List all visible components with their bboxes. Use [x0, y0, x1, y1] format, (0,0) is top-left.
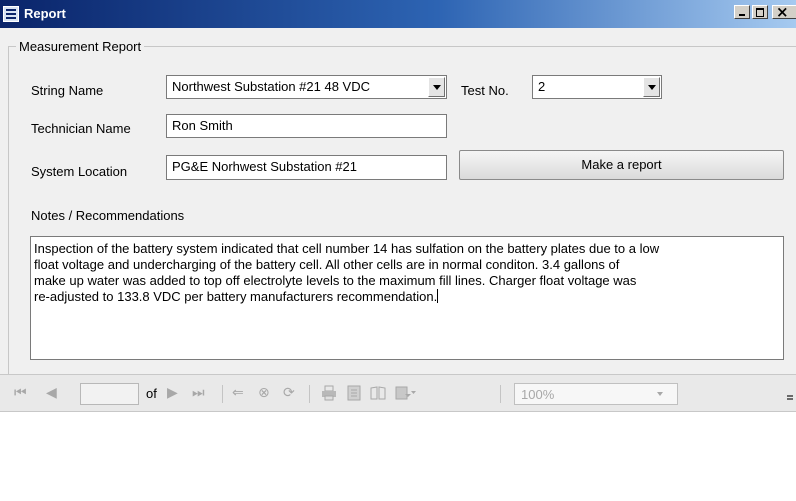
text-caret [437, 289, 439, 303]
chevron-down-icon [657, 392, 663, 396]
make-report-button[interactable]: Make a report [459, 150, 784, 180]
group-title: Measurement Report [16, 39, 145, 54]
next-page-icon[interactable]: ▶ [167, 385, 178, 401]
chevron-down-icon[interactable] [643, 77, 660, 97]
window-title: Report [24, 6, 66, 21]
export-icon[interactable] [395, 385, 416, 401]
last-page-icon[interactable]: ⏭ [192, 385, 205, 401]
close-button[interactable] [772, 3, 796, 21]
form-panel: Measurement Report String Name Northwest… [0, 28, 796, 376]
minimize-button[interactable] [734, 5, 750, 19]
report-icon [3, 6, 19, 22]
notes-line: float voltage and undercharging of the b… [34, 257, 620, 272]
toolbar-separator [222, 385, 223, 403]
test-no-combobox[interactable]: 2 [532, 75, 662, 99]
report-viewer-toolbar: ⏮ ◀ of ▶ ⏭ ⇐ ⊗ ⟳ 100% [0, 374, 796, 412]
title-bar[interactable]: Report [0, 0, 796, 28]
stop-icon[interactable]: ⊗ [258, 385, 270, 401]
maximize-button[interactable] [752, 5, 768, 19]
system-location-field[interactable]: PG&E Norhwest Substation #21 [166, 155, 447, 180]
chevron-down-icon[interactable] [428, 77, 445, 97]
zoom-value: 100% [521, 387, 555, 402]
technician-name-field[interactable]: Ron Smith [166, 114, 447, 138]
notes-line: make up water was added to top off elect… [34, 273, 637, 288]
toolbar-separator [309, 385, 310, 403]
page-number-input[interactable] [80, 383, 139, 405]
toolbar-separator [500, 385, 501, 403]
notes-label: Notes / Recommendations [31, 208, 185, 223]
print-layout-icon[interactable] [346, 385, 362, 401]
refresh-icon[interactable]: ⟳ [283, 385, 295, 401]
technician-name-label: Technician Name [31, 121, 131, 136]
notes-line: re-adjusted to 133.8 VDC per battery man… [34, 289, 438, 304]
zoom-select[interactable]: 100% [514, 383, 678, 405]
back-icon[interactable]: ⇐ [232, 385, 244, 401]
test-no-value: 2 [538, 79, 546, 94]
page-of-label: of [146, 386, 157, 401]
report-viewer-area[interactable] [0, 412, 796, 501]
test-no-label: Test No. [461, 83, 509, 98]
technician-name-value: Ron Smith [172, 118, 233, 133]
notes-textarea[interactable]: Inspection of the battery system indicat… [30, 236, 784, 360]
string-name-combobox[interactable]: Northwest Substation #21 48 VDC [166, 75, 447, 99]
print-icon[interactable] [321, 385, 337, 401]
page-setup-icon[interactable] [370, 385, 386, 401]
system-location-value: PG&E Norhwest Substation #21 [172, 159, 357, 174]
string-name-label: String Name [31, 83, 104, 98]
first-page-icon[interactable]: ⏮ [14, 385, 27, 401]
system-location-label: System Location [31, 164, 128, 179]
toolbar-overflow-grip[interactable] [787, 395, 793, 403]
notes-line: Inspection of the battery system indicat… [34, 241, 660, 256]
string-name-value: Northwest Substation #21 48 VDC [172, 79, 370, 94]
previous-page-icon[interactable]: ◀ [46, 385, 57, 401]
